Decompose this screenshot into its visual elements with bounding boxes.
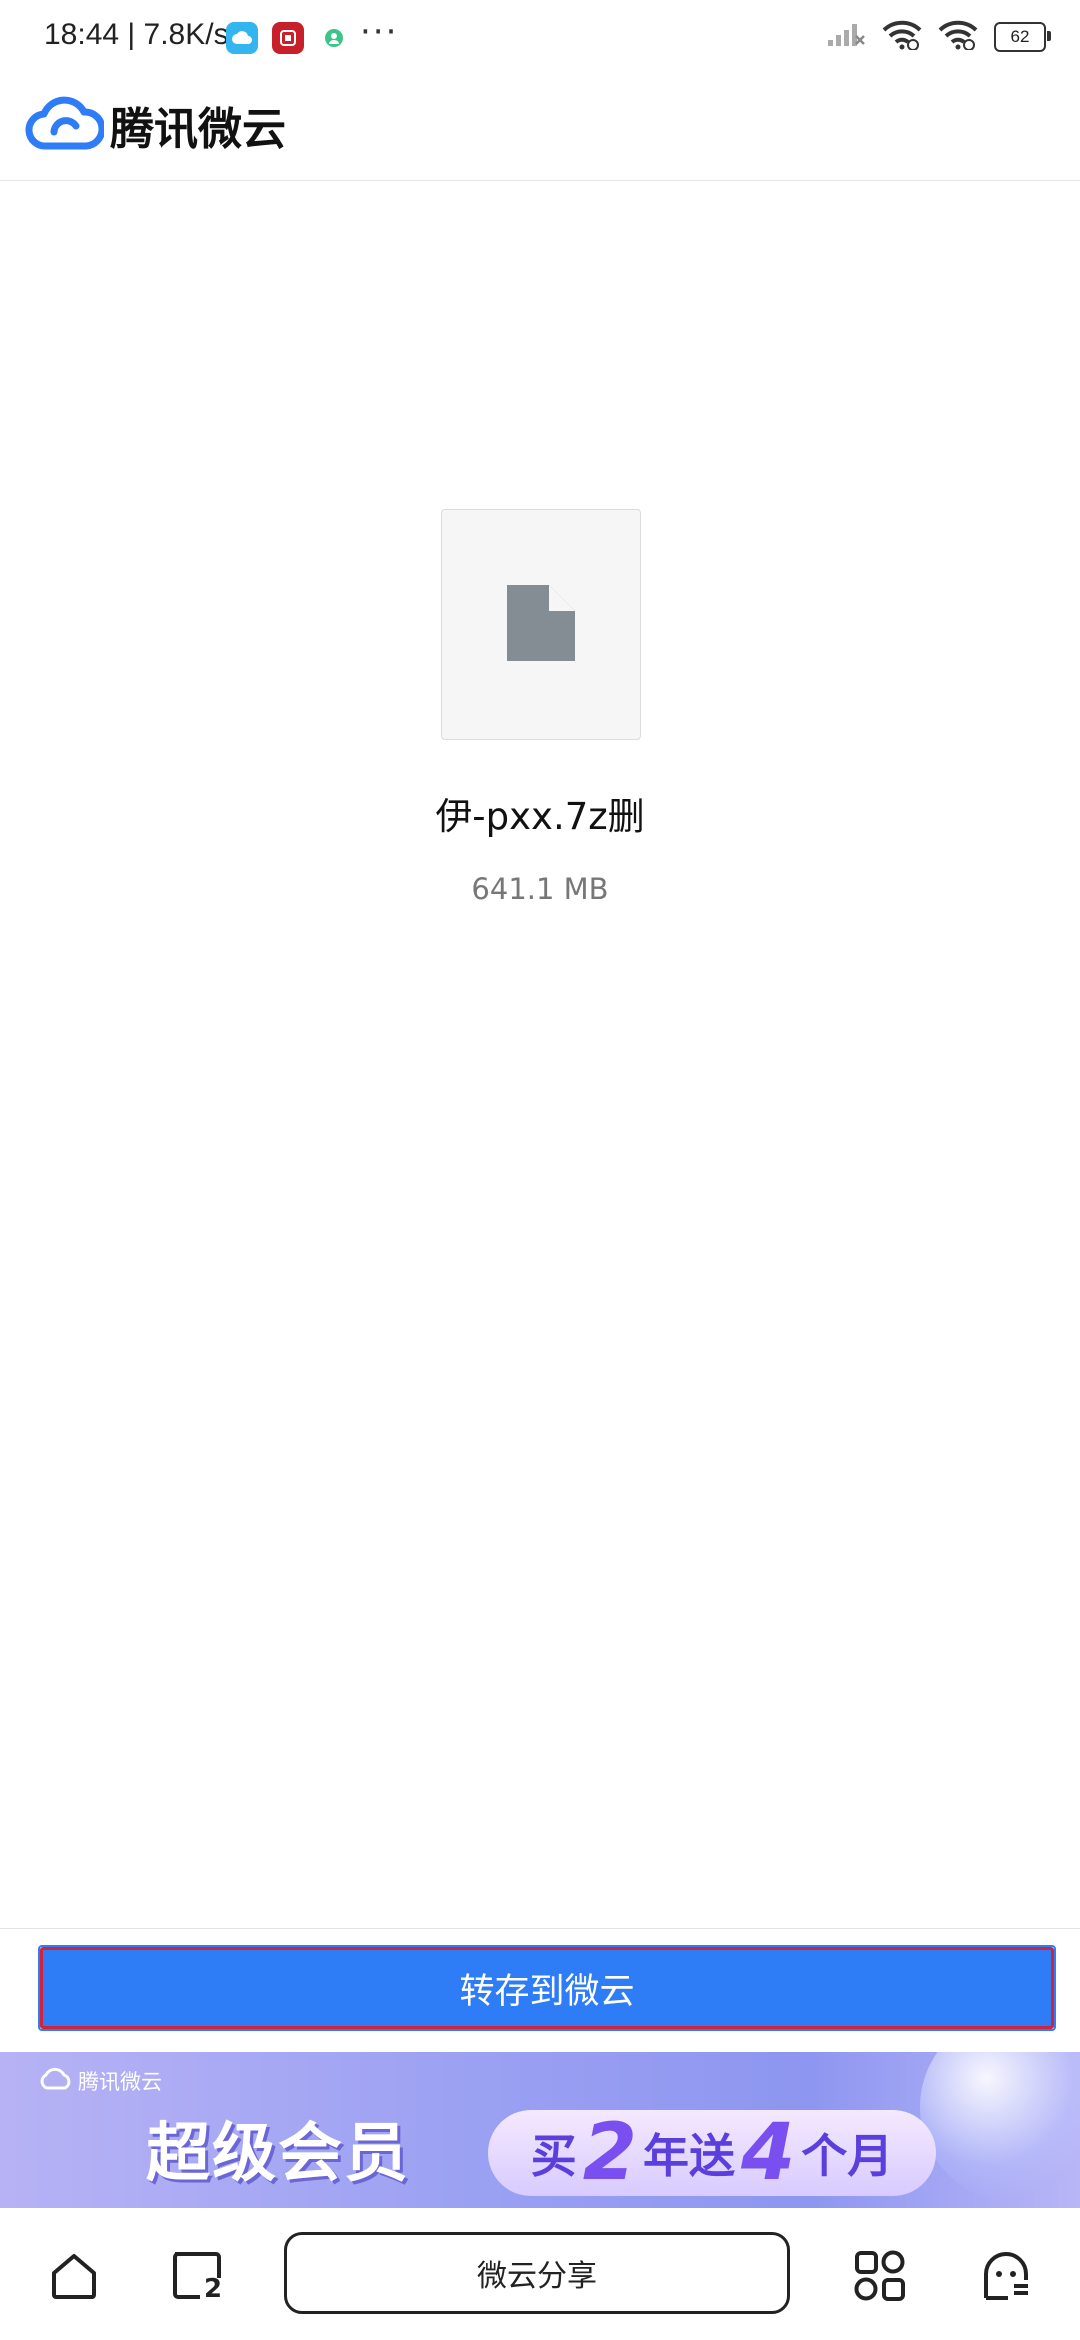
banner-promo-pill: 买 2 年送 4 个月 [488,2110,936,2196]
tabs-icon[interactable]: 2 [170,2248,226,2304]
status-indicators: 62 [826,20,1051,54]
promo-unit: 个月 [801,2129,894,2183]
banner-cloud-icon [38,2067,72,2096]
banner-title: 超级会员 [146,2117,410,2191]
save-to-weiyun-button[interactable]: 转存到微云 [38,1945,1056,2031]
promo-banner[interactable]: 腾讯微云 超级会员 买 2 年送 4 个月 [0,2052,1080,2208]
status-bar: 18:44 | 7.8K/s ··· 62 [0,0,1080,72]
banner-brand-text: 腾讯微云 [78,2070,162,2094]
status-more-icon: ··· [360,12,399,52]
battery-icon: 62 [994,22,1051,52]
promo-years: 2 [582,2108,637,2198]
file-thumbnail [441,509,641,740]
profile-menu-icon[interactable] [978,2248,1034,2304]
divider [0,1928,1080,1929]
weiyun-notification-icon [226,22,258,54]
promo-buy: 买 [530,2129,577,2183]
share-button-label: 微云分享 [477,2259,597,2294]
promo-nian-song: 年送 [643,2129,735,2183]
save-button-label: 转存到微云 [459,1971,635,2012]
red-app-notification-icon [272,22,304,54]
weiyun-share-button[interactable]: 微云分享 [284,2232,790,2314]
promo-months: 4 [741,2108,796,2198]
file-name: 伊-pxx.7z删 [435,795,645,838]
weiyun-cloud-icon [24,92,106,158]
app-title: 腾讯微云 [110,104,286,155]
app-header: 腾讯微云 [0,72,1080,181]
document-icon [507,584,575,665]
file-size: 641.1 MB [471,872,609,906]
tab-count: 2 [204,2274,223,2304]
banner-decoration [920,2052,1080,2202]
banner-brand: 腾讯微云 [38,2066,162,2096]
cellular-signal-icon [826,22,866,52]
wifi-icon-2 [938,20,978,54]
wifi-icon [882,20,922,54]
status-time: 18:44 | 7.8K/s [44,18,229,51]
home-icon[interactable] [46,2248,102,2304]
apps-grid-icon[interactable] [852,2248,908,2304]
status-app-icons [226,22,350,54]
app-logo: 腾讯微云 [24,92,286,158]
bottom-navigation: 2 微云分享 [0,2208,1080,2340]
green-app-notification-icon [318,22,350,54]
